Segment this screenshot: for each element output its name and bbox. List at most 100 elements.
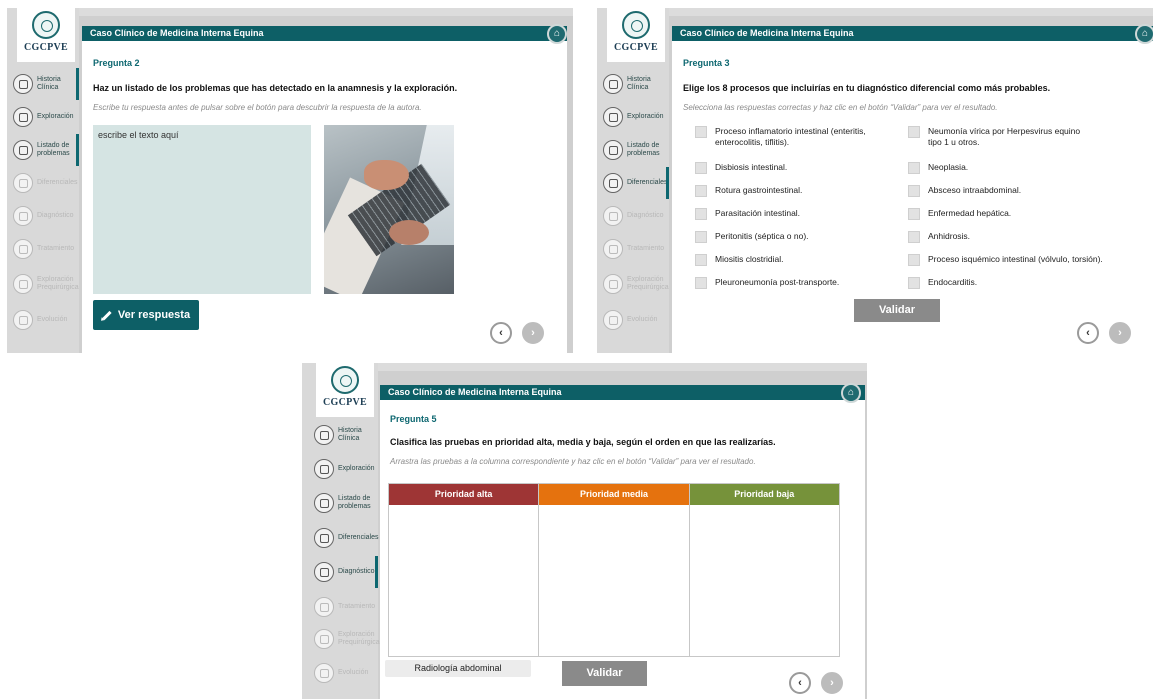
checkbox[interactable] (695, 254, 707, 266)
validar-button[interactable]: Validar (854, 299, 940, 322)
checkbox[interactable] (908, 126, 920, 138)
horse-icon (314, 629, 334, 649)
clipboard-icon (603, 74, 623, 94)
list-icon (13, 140, 33, 160)
nav-evolucion[interactable]: Evolución (7, 300, 79, 340)
app-title: Caso Clínico de Medicina Interna Equina (82, 26, 567, 41)
calendar-icon (314, 663, 334, 683)
microscope-icon (314, 562, 334, 582)
app-title: Caso Clínico de Medicina Interna Equina (672, 26, 1153, 41)
stethoscope-icon (314, 459, 334, 479)
checkbox[interactable] (908, 254, 920, 266)
nav-evolucion[interactable]: Evolución (597, 300, 669, 340)
home-icon[interactable]: ⌂ (1135, 24, 1153, 44)
question-text: Elige los 8 procesos que incluirías en t… (683, 83, 1051, 93)
content-area: Caso Clínico de Medicina Interna Equina … (380, 383, 865, 699)
option-checkbox[interactable]: Rotura gastrointestinal. (695, 185, 880, 197)
column-high[interactable]: Prioridad alta (389, 484, 540, 656)
clipboard-icon (13, 74, 33, 94)
checkbox[interactable] (695, 231, 707, 243)
nav-evolucion[interactable]: Evolución (308, 653, 384, 693)
option-checkbox[interactable]: Enfermedad hepática. (908, 208, 1148, 220)
checkbox[interactable] (908, 185, 920, 197)
column-low[interactable]: Prioridad baja (689, 484, 839, 656)
option-checkbox[interactable]: Proceso isquémico intestinal (vólvulo, t… (908, 254, 1153, 266)
horse-icon (603, 274, 623, 294)
checkbox[interactable] (908, 231, 920, 243)
column-header-medium: Prioridad media (539, 484, 689, 505)
logo: CGCPVE (607, 8, 665, 62)
validar-button[interactable]: Validar (562, 661, 647, 686)
syringe-icon (314, 597, 334, 617)
home-icon[interactable]: ⌂ (841, 383, 861, 403)
seal-icon (331, 366, 359, 394)
sidebar: CGCPVE Historia Clínica Exploración List… (7, 8, 79, 353)
prev-arrow-icon[interactable]: ‹ (490, 322, 512, 344)
checkbox[interactable] (908, 277, 920, 289)
checkbox[interactable] (908, 162, 920, 174)
checkbox[interactable] (695, 126, 707, 138)
column-header-high: Prioridad alta (389, 484, 539, 505)
checkbox[interactable] (695, 162, 707, 174)
answer-textarea[interactable]: escribe el texto aquí (93, 125, 311, 294)
option-checkbox[interactable]: Anhidrosis. (908, 231, 1148, 243)
question-text: Haz un listado de los problemas que has … (93, 83, 458, 93)
nav-exploracion-prequirurgica[interactable]: Exploración Prequirúrgica (7, 264, 79, 304)
laptop-photo (324, 125, 454, 294)
logo: CGCPVE (17, 8, 75, 62)
question-number: Pregunta 5 (390, 414, 437, 424)
next-arrow-icon[interactable]: › (821, 672, 843, 694)
page-arrows: ‹ › (789, 672, 843, 694)
prev-arrow-icon[interactable]: ‹ (1077, 322, 1099, 344)
stethoscope-icon (13, 107, 33, 127)
draggable-test-item[interactable]: Radiología abdominal (385, 660, 531, 677)
home-icon[interactable]: ⌂ (547, 24, 567, 44)
nav-diagnostico[interactable]: Diagnóstico (308, 552, 378, 592)
option-checkbox[interactable]: Proceso inflamatorio intestinal (enterit… (695, 126, 880, 148)
checkbox[interactable] (695, 208, 707, 220)
question-hint: Escribe tu respuesta antes de pulsar sob… (93, 103, 422, 112)
option-checkbox[interactable]: Neumonía vírica por Herpesvirus equino t… (908, 126, 1148, 148)
nav-exploracion-prequirurgica[interactable]: Exploración Prequirúrgica (597, 264, 669, 304)
sidebar: CGCPVE Historia Clínica Exploración List… (597, 8, 669, 353)
panel-pregunta-5: CGCPVE Historia Clínica Exploración List… (302, 363, 867, 699)
nav-tratamiento[interactable]: Tratamiento (597, 229, 669, 269)
option-checkbox[interactable]: Parasitación intestinal. (695, 208, 880, 220)
list-icon (603, 140, 623, 160)
logo: CGCPVE (316, 363, 374, 417)
horse-icon (13, 274, 33, 294)
option-checkbox[interactable]: Absceso intraabdominal. (908, 185, 1148, 197)
column-medium[interactable]: Prioridad media (539, 484, 690, 656)
question-hint: Selecciona las respuestas correctas y ha… (683, 103, 998, 112)
option-checkbox[interactable]: Peritonitis (séptica o no). (695, 231, 880, 243)
book-icon (314, 528, 334, 548)
pencil-icon (102, 310, 112, 320)
nav-listado[interactable]: Listado de problemas (308, 483, 384, 523)
ver-respuesta-button[interactable]: Ver respuesta (93, 300, 199, 330)
top-strip (597, 8, 1153, 16)
nav-tratamiento[interactable]: Tratamiento (7, 229, 79, 269)
prev-arrow-icon[interactable]: ‹ (789, 672, 811, 694)
option-checkbox[interactable]: Neoplasia. (908, 162, 1148, 174)
seal-icon (32, 11, 60, 39)
option-checkbox[interactable]: Pleuroneumonía post-transporte. (695, 277, 880, 289)
syringe-icon (603, 239, 623, 259)
microscope-icon (603, 206, 623, 226)
option-checkbox[interactable]: Endocarditis. (908, 277, 1148, 289)
checkbox[interactable] (695, 277, 707, 289)
question-text: Clasifica las pruebas en prioridad alta,… (390, 437, 776, 447)
checkbox[interactable] (695, 185, 707, 197)
question-number: Pregunta 3 (683, 58, 730, 68)
question-number: Pregunta 2 (93, 58, 140, 68)
next-arrow-icon[interactable]: › (522, 322, 544, 344)
panel-pregunta-3: CGCPVE Historia Clínica Exploración List… (597, 8, 1153, 353)
list-icon (314, 493, 334, 513)
content-area: Caso Clínico de Medicina Interna Equina … (672, 24, 1153, 353)
option-checkbox[interactable]: Miositis clostridial. (695, 254, 880, 266)
column-header-low: Prioridad baja (689, 484, 839, 505)
top-strip (302, 363, 867, 371)
checkbox[interactable] (908, 208, 920, 220)
priority-table: Prioridad alta Prioridad media Prioridad… (388, 483, 840, 657)
option-checkbox[interactable]: Disbiosis intestinal. (695, 162, 880, 174)
next-arrow-icon[interactable]: › (1109, 322, 1131, 344)
